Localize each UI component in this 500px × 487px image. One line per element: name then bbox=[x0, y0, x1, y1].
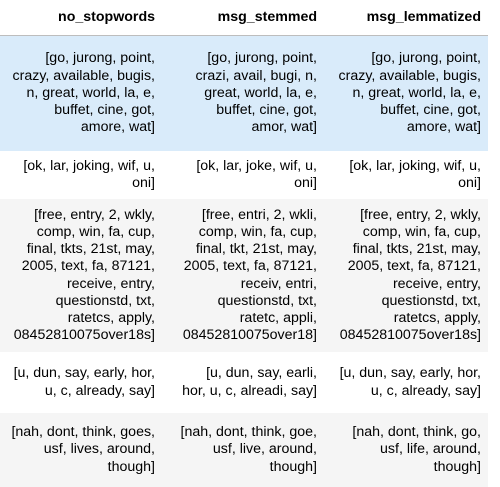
table-cell: [go, jurong, point, crazi, avail, bugi, … bbox=[162, 35, 324, 151]
column-header-msg-lemmatized: msg_lemmatized bbox=[324, 0, 488, 36]
header-row: no_stopwords msg_stemmed msg_lemmatized bbox=[0, 0, 488, 36]
table-cell: [ok, lar, joking, wif, u, oni] bbox=[0, 151, 162, 199]
column-header-msg-stemmed: msg_stemmed bbox=[162, 0, 324, 36]
table-cell: [u, dun, say, earli, hor, u, c, alreadi,… bbox=[162, 352, 324, 413]
table-cell: [u, dun, say, early, hor, u, c, already,… bbox=[0, 352, 162, 413]
table-cell: [u, dun, say, early, hor, u, c, already,… bbox=[324, 352, 488, 413]
table-row: [u, dun, say, early, hor, u, c, already,… bbox=[0, 352, 488, 413]
table-row: [ok, lar, joking, wif, u, oni] [ok, lar,… bbox=[0, 151, 488, 199]
table-cell: [nah, dont, think, go, usf, life, around… bbox=[324, 413, 488, 487]
table-cell: [nah, dont, think, goe, usf, live, aroun… bbox=[162, 413, 324, 487]
table-cell: [free, entry, 2, wkly, comp, win, fa, cu… bbox=[324, 199, 488, 352]
table-cell: [free, entri, 2, wkli, comp, win, fa, cu… bbox=[162, 199, 324, 352]
column-header-no-stopwords: no_stopwords bbox=[0, 0, 162, 36]
table-cell: [ok, lar, joking, wif, u, oni] bbox=[324, 151, 488, 199]
table-row: [go, jurong, point, crazy, available, bu… bbox=[0, 35, 488, 151]
dataframe-table: no_stopwords msg_stemmed msg_lemmatized … bbox=[0, 0, 488, 487]
table-cell: [go, jurong, point, crazy, available, bu… bbox=[324, 35, 488, 151]
table-row: [nah, dont, think, goes, usf, lives, aro… bbox=[0, 413, 488, 487]
table-row: [free, entry, 2, wkly, comp, win, fa, cu… bbox=[0, 199, 488, 352]
table-cell: [free, entry, 2, wkly, comp, win, fa, cu… bbox=[0, 199, 162, 352]
table-cell: [ok, lar, joke, wif, u, oni] bbox=[162, 151, 324, 199]
table-cell: [go, jurong, point, crazy, available, bu… bbox=[0, 35, 162, 151]
table-cell: [nah, dont, think, goes, usf, lives, aro… bbox=[0, 413, 162, 487]
